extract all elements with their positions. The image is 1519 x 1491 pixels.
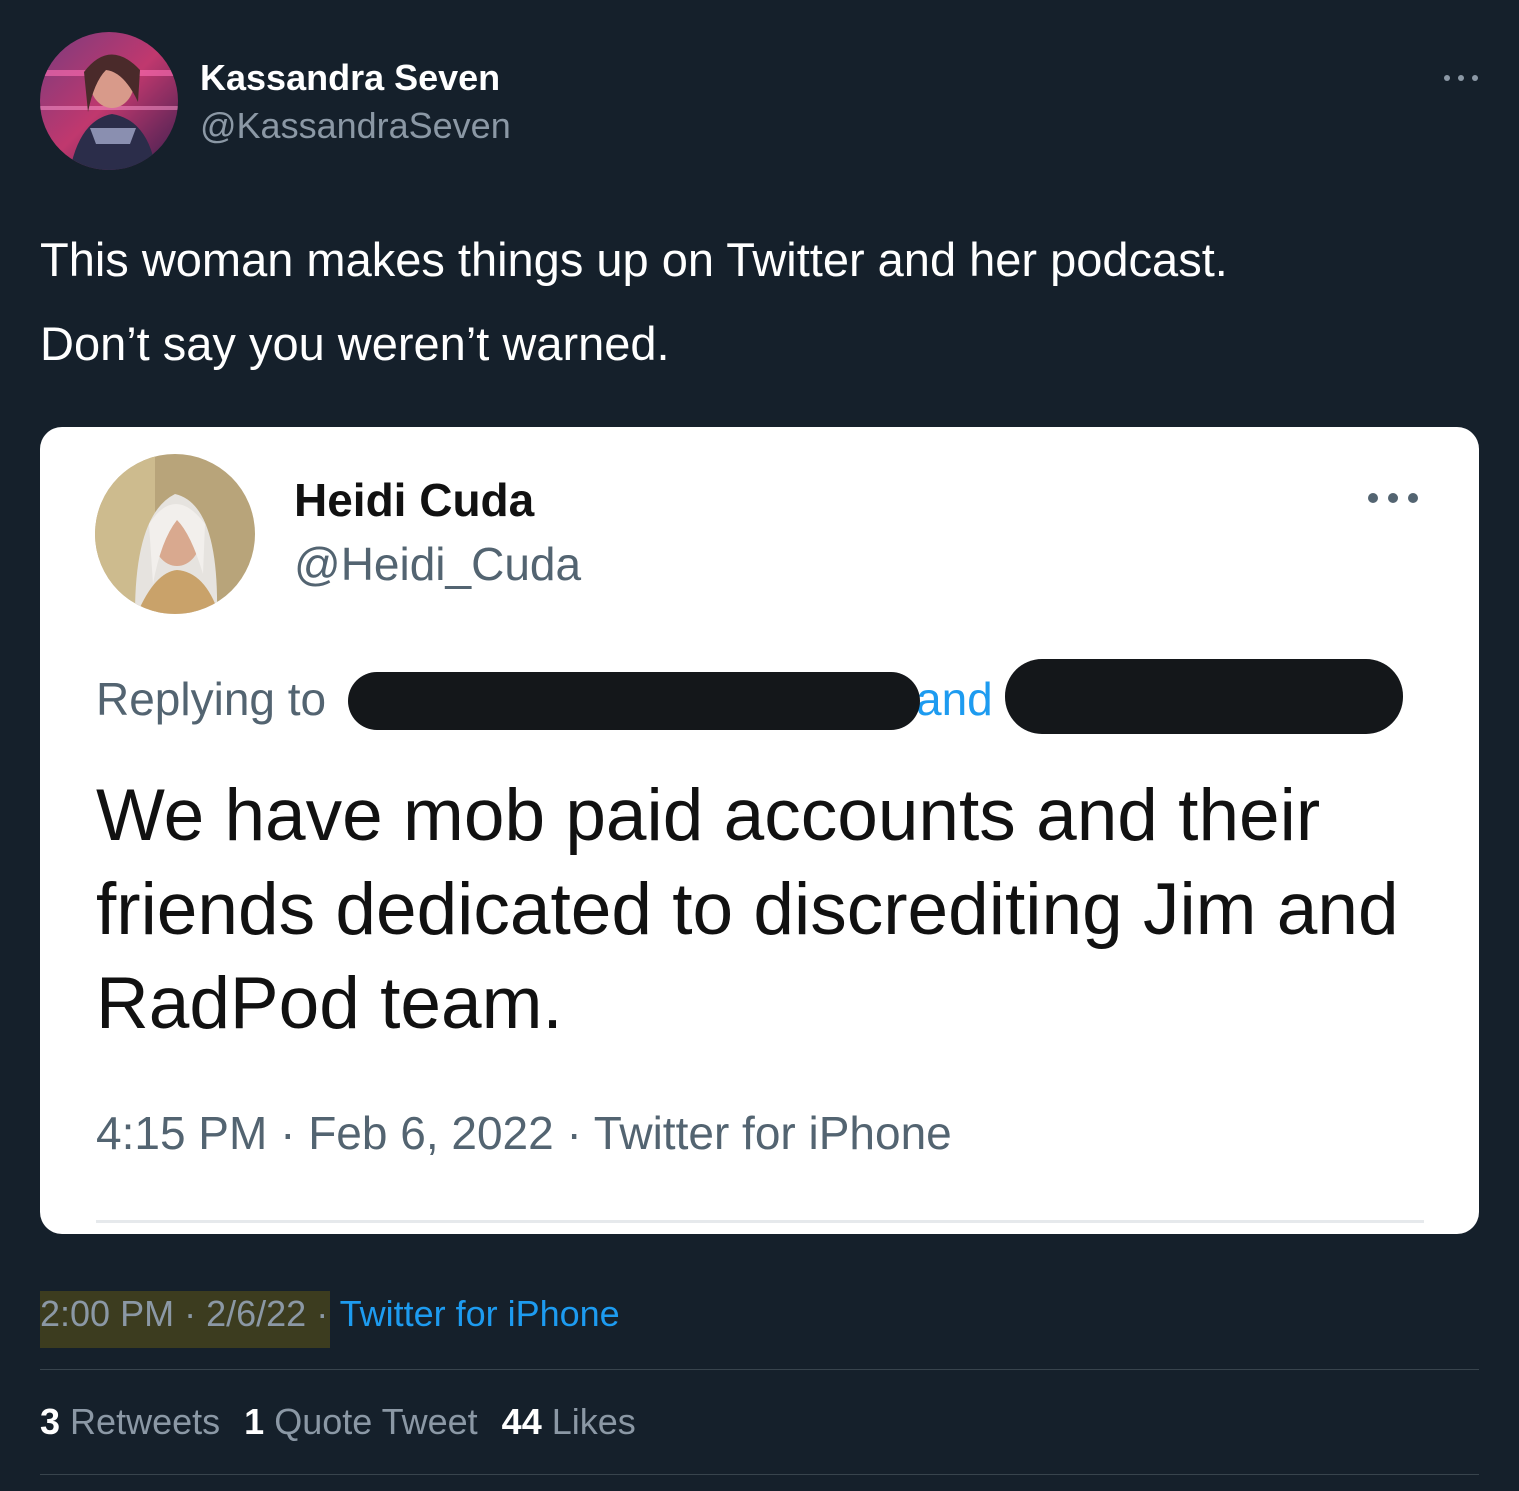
tweet-line-2: Don’t say you weren’t warned. <box>40 317 670 370</box>
quote-tweets-stat[interactable]: 1 Quote Tweet <box>244 1401 478 1442</box>
tweet-meta: 2:00 PM · 2/6/22 · Twitter for iPhone <box>40 1290 620 1348</box>
embedded-more-icon <box>1368 491 1418 505</box>
likes-stat[interactable]: 44 Likes <box>502 1401 636 1442</box>
retweets-count: 3 <box>40 1401 61 1442</box>
dot <box>1408 493 1418 503</box>
dot <box>1458 75 1464 81</box>
divider <box>40 1474 1479 1475</box>
dot <box>1388 493 1398 503</box>
more-options-icon[interactable] <box>1444 66 1478 90</box>
separator: · <box>280 1107 296 1159</box>
embedded-tweet-image[interactable]: Heidi Cuda @Heidi_Cuda Replying to and W… <box>40 427 1479 1234</box>
tweet-time[interactable]: 2:00 PM <box>40 1293 174 1334</box>
tweet-line-1: This woman makes things up on Twitter an… <box>40 233 1228 286</box>
likes-count: 44 <box>501 1401 542 1442</box>
embedded-handle: @Heidi_Cuda <box>294 538 582 590</box>
avatar-photo-icon <box>95 454 255 614</box>
embedded-date: Feb 6, 2022 <box>308 1107 554 1159</box>
dot <box>1368 493 1378 503</box>
replying-to-label: Replying to <box>96 673 327 725</box>
tweet-stats: 3 Retweets 1 Quote Tweet 44 Likes <box>40 1398 650 1446</box>
redaction-bar <box>348 672 920 730</box>
separator: · <box>316 1293 329 1334</box>
embedded-avatar <box>95 454 255 614</box>
embedded-meta: 4:15 PM · Feb 6, 2022 · Twitter for iPho… <box>96 1105 952 1161</box>
tweet-text: This woman makes things up on Twitter an… <box>40 228 1480 396</box>
author-handle[interactable]: @KassandraSeven <box>200 104 511 148</box>
quote-tweets-label: Quote Tweet <box>274 1401 478 1442</box>
embedded-body-text: We have mob paid accounts and their frie… <box>96 775 1399 1044</box>
embedded-source: Twitter for iPhone <box>593 1107 952 1159</box>
quote-tweets-count: 1 <box>244 1401 265 1442</box>
author-avatar[interactable] <box>40 32 178 170</box>
dot <box>1444 75 1450 81</box>
embedded-time: 4:15 PM <box>96 1107 268 1159</box>
and-label: and <box>916 673 993 725</box>
tweet-source-link[interactable]: Twitter for iPhone <box>340 1293 620 1334</box>
divider <box>40 1369 1479 1370</box>
dot <box>1472 75 1478 81</box>
author-display-name[interactable]: Kassandra Seven <box>200 56 500 100</box>
retweets-label: Retweets <box>70 1401 221 1442</box>
embedded-display-name: Heidi Cuda <box>294 474 535 526</box>
separator: · <box>566 1107 582 1159</box>
separator: · <box>184 1293 197 1334</box>
retweets-stat[interactable]: 3 Retweets <box>40 1401 220 1442</box>
tweet-date[interactable]: 2/6/22 <box>206 1293 306 1334</box>
avatar-portrait-icon <box>40 32 178 170</box>
redaction-bar <box>1005 659 1403 734</box>
divider <box>96 1220 1424 1223</box>
highlighted-timestamp[interactable]: 2:00 PM · 2/6/22 · <box>40 1291 331 1348</box>
likes-label: Likes <box>551 1401 636 1442</box>
